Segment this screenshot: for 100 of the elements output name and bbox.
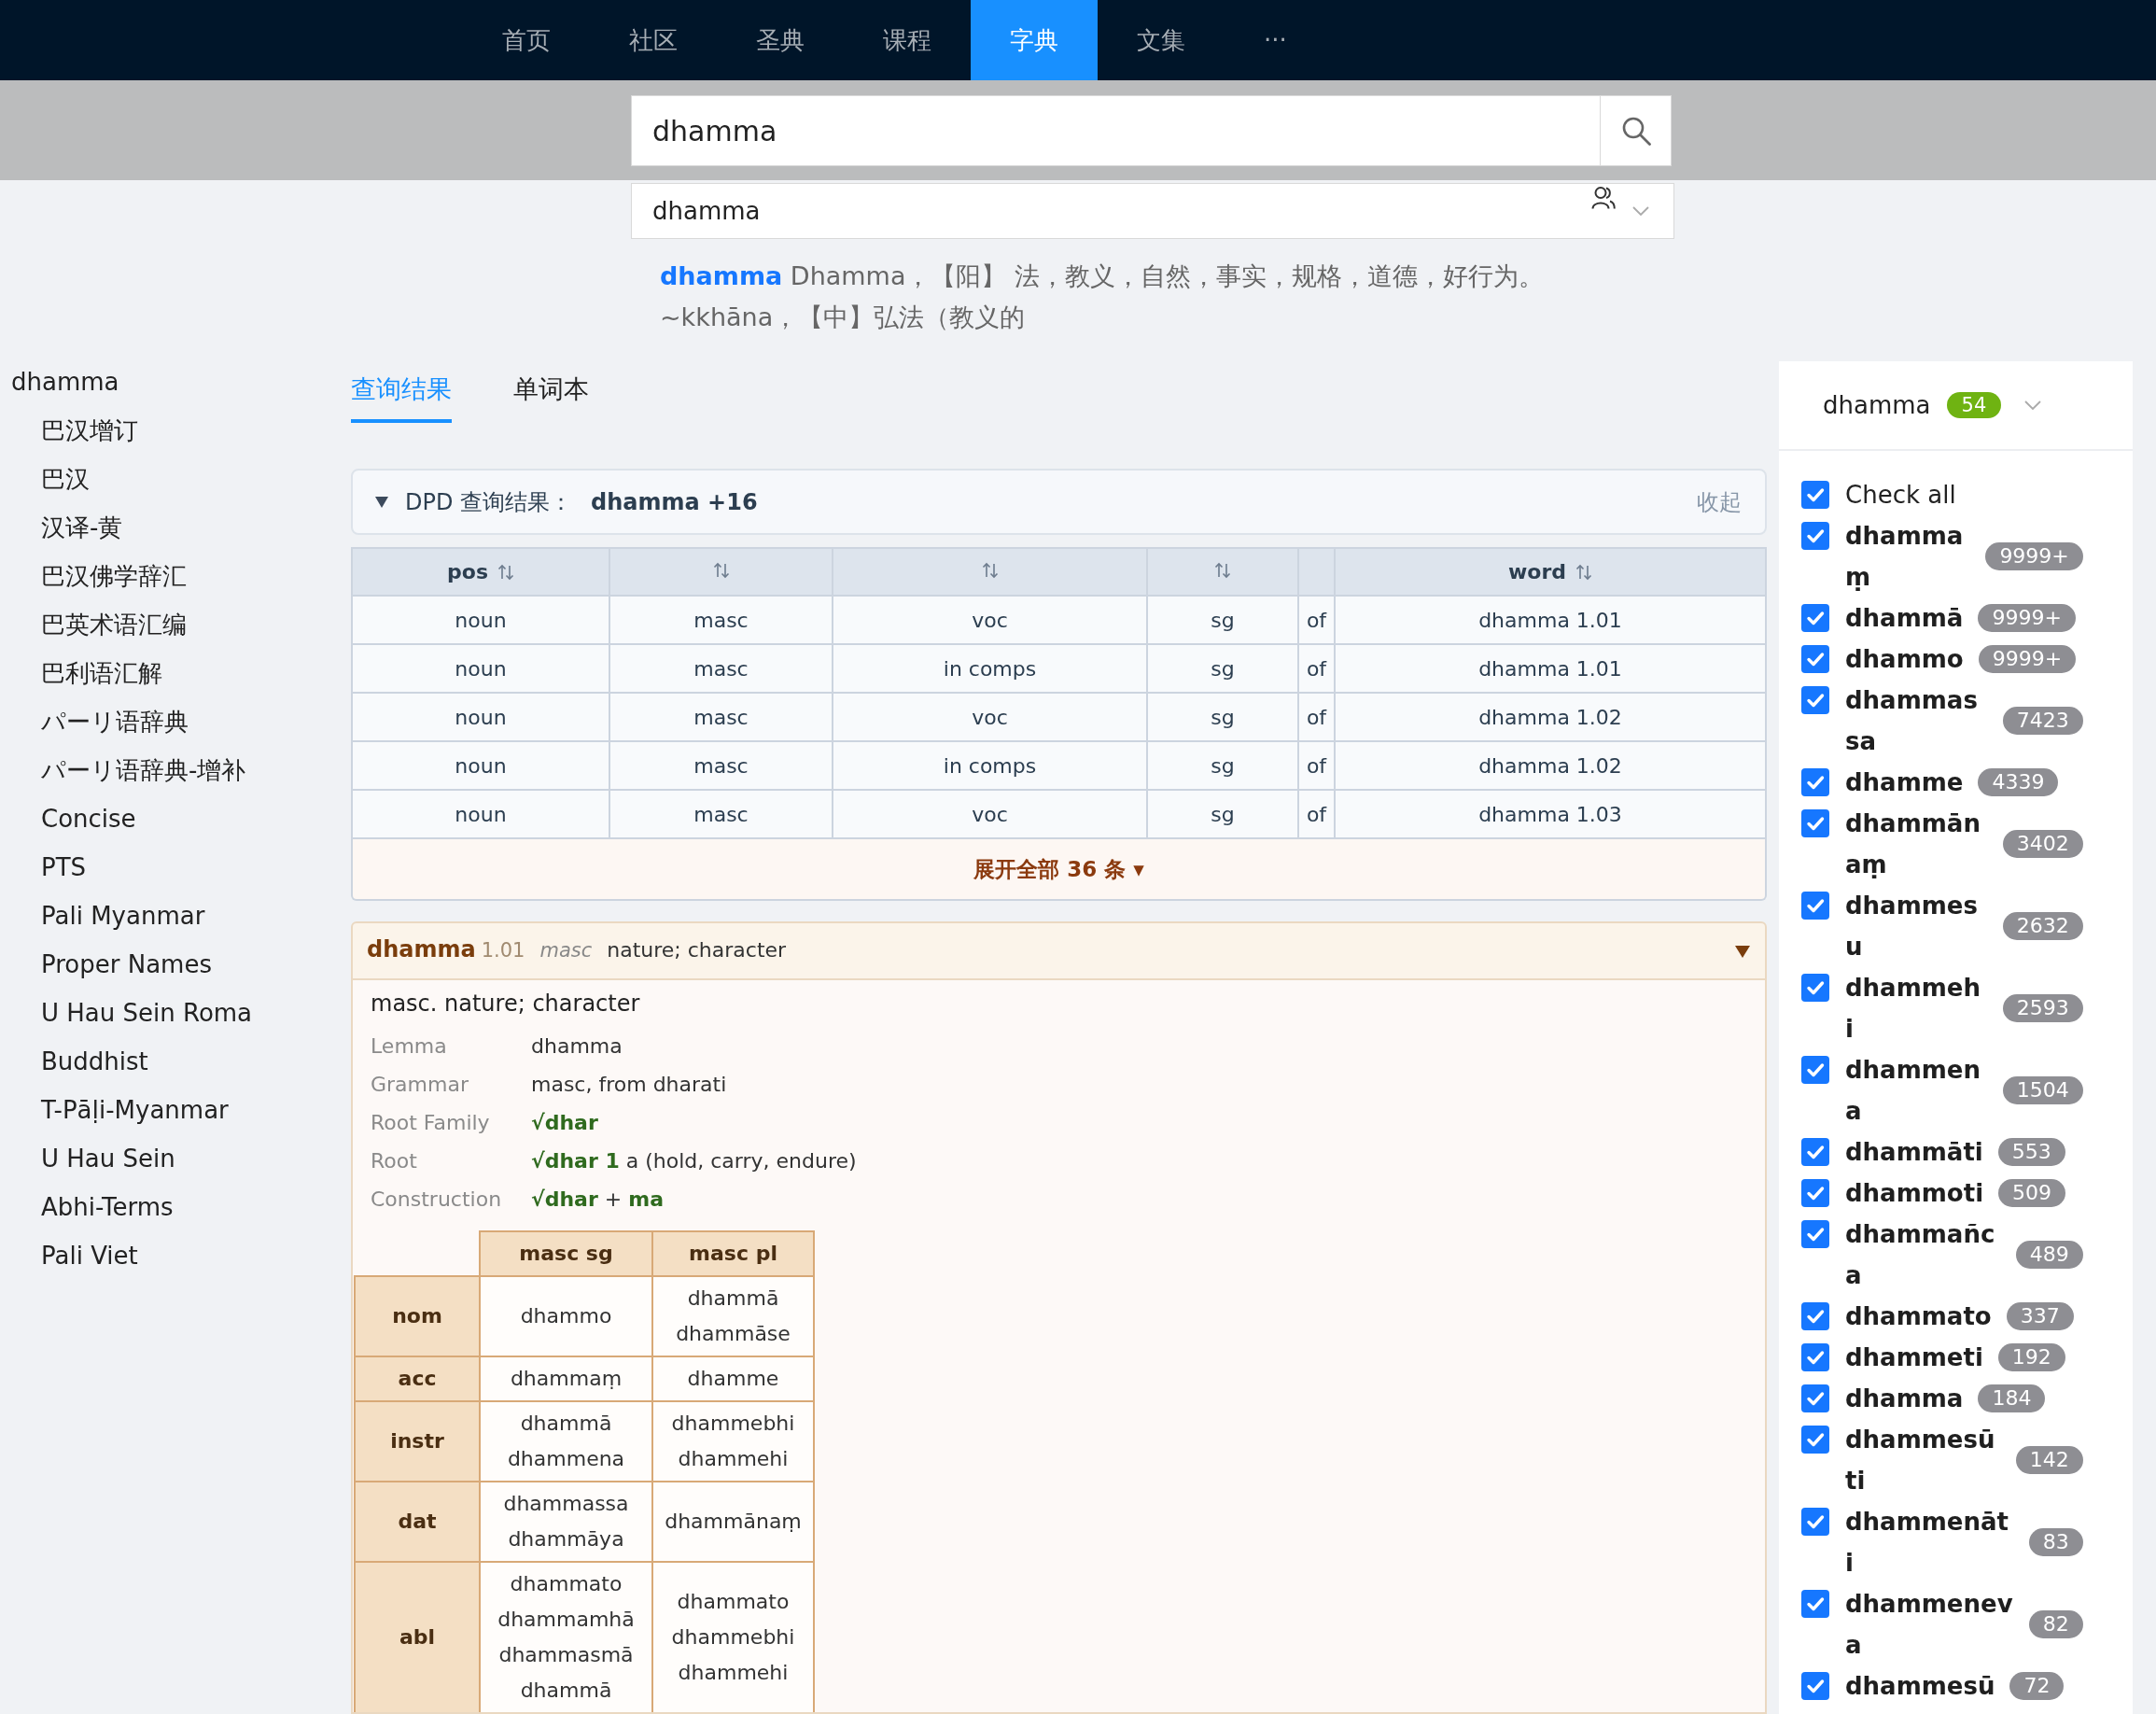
table-cell: noun xyxy=(352,741,609,790)
sidebar-item[interactable]: パーリ语辞典 xyxy=(41,697,189,746)
sidebar-item[interactable]: Pali Viet xyxy=(41,1231,138,1280)
table-cell: of xyxy=(1298,644,1335,693)
entry-header[interactable]: dhamma 1.01 masc nature; character xyxy=(351,921,1767,980)
checkbox[interactable] xyxy=(1801,974,1829,1002)
field-value: masc, from dharati xyxy=(531,1072,727,1098)
sidebar-item[interactable]: Abhi-Terms xyxy=(41,1183,174,1231)
checkbox[interactable] xyxy=(1801,1220,1829,1248)
sidebar-item[interactable]: パーリ语辞典-增补 xyxy=(41,746,246,794)
word-label: dhammoti xyxy=(1845,1178,1984,1209)
field-value[interactable]: √dhar xyxy=(531,1103,598,1142)
table-cell: of xyxy=(1298,596,1335,644)
expand-all-button[interactable]: 展开全部 36 条 ▾ xyxy=(351,839,1767,901)
sidebar-item[interactable]: 巴汉 xyxy=(41,455,90,503)
count-badge: 54 xyxy=(1946,392,2002,418)
result-tab[interactable]: 单词本 xyxy=(513,372,589,423)
checkbox[interactable] xyxy=(1801,481,1829,509)
pos-label: masc xyxy=(539,939,593,962)
checkbox[interactable] xyxy=(1801,1343,1829,1371)
count-badge: 83 xyxy=(2028,1528,2083,1556)
checkbox[interactable] xyxy=(1801,1138,1829,1166)
search-field[interactable]: dhamma xyxy=(631,95,1600,166)
column-header[interactable]: pos xyxy=(352,548,609,596)
sidebar-item[interactable]: 巴利语汇解 xyxy=(41,649,162,697)
nav-menu-item[interactable]: 首页 xyxy=(463,0,590,80)
sort-icon[interactable] xyxy=(712,562,730,579)
checkbox[interactable] xyxy=(1801,686,1829,714)
sidebar-root-item[interactable]: dhamma xyxy=(11,361,119,402)
sidebar-item[interactable]: Buddhist xyxy=(41,1037,148,1086)
word-label: dhamme xyxy=(1845,767,1964,798)
checkbox[interactable] xyxy=(1801,1384,1829,1412)
chevron-down-icon[interactable] xyxy=(2024,400,2042,410)
checkbox[interactable] xyxy=(1801,1179,1829,1207)
field-value: √dhar + ma xyxy=(531,1187,664,1213)
table-cell: masc xyxy=(609,693,833,741)
nav-menu-item[interactable]: 课程 xyxy=(844,0,971,80)
table-cell: dhamma 1.02 xyxy=(1335,741,1766,790)
sort-icon[interactable] xyxy=(1214,562,1231,579)
sidebar-item[interactable]: U Hau Sein Roma xyxy=(41,989,253,1037)
field-value: dhamma xyxy=(531,1033,623,1060)
table-cell: masc xyxy=(609,596,833,644)
checkbox[interactable] xyxy=(1801,604,1829,632)
table-cell: noun xyxy=(352,596,609,644)
sidebar-item[interactable]: Concise xyxy=(41,794,136,843)
word-label: dhammesū xyxy=(1845,1671,1995,1702)
inflection-cell: dhammaṃ xyxy=(480,1356,652,1401)
sidebar-item[interactable]: 巴英术语汇编 xyxy=(41,600,187,649)
checkbox[interactable] xyxy=(1801,1672,1829,1700)
sidebar-item[interactable]: 巴汉增订 xyxy=(41,406,138,455)
field-label: Construction xyxy=(371,1187,502,1213)
nav-menu-item[interactable]: ··· xyxy=(1225,0,1326,80)
table-cell: sg xyxy=(1147,693,1298,741)
checkbox[interactable] xyxy=(1801,1426,1829,1454)
section-title: DPD 查询结果： xyxy=(405,487,573,517)
caret-icon[interactable] xyxy=(1735,946,1750,958)
checkbox[interactable] xyxy=(1801,1508,1829,1536)
case-label: instr xyxy=(355,1401,480,1482)
sidebar-item[interactable]: Proper Names xyxy=(41,940,212,989)
column-header[interactable]: word xyxy=(1335,548,1766,596)
table-cell: in comps xyxy=(833,644,1147,693)
checkbox[interactable] xyxy=(1801,1302,1829,1330)
count-badge: 509 xyxy=(1998,1179,2066,1207)
sidebar-item[interactable]: 汉译-黄 xyxy=(41,503,123,552)
count-badge: 489 xyxy=(2015,1241,2083,1269)
inflection-cell: dhammato dhammebhi dhammehi xyxy=(652,1562,814,1712)
inflection-header: masc sg xyxy=(480,1231,652,1276)
people-icon[interactable] xyxy=(1591,186,1616,210)
homonym-number: 1.01 xyxy=(481,939,525,962)
checkbox[interactable] xyxy=(1801,892,1829,920)
field-label: Root xyxy=(371,1148,417,1174)
sort-icon[interactable] xyxy=(981,562,999,579)
inflection-cell: dhamme xyxy=(652,1356,814,1401)
checkbox[interactable] xyxy=(1801,768,1829,796)
summary-text: masc. nature; character xyxy=(371,990,640,1019)
count-badge: 1504 xyxy=(2002,1076,2083,1104)
word-label: dhammāti xyxy=(1845,1137,1983,1168)
search-button[interactable] xyxy=(1600,95,1672,166)
count-badge: 192 xyxy=(1997,1343,2065,1371)
checkbox[interactable] xyxy=(1801,1056,1829,1084)
sidebar-item[interactable]: U Hau Sein xyxy=(41,1134,175,1183)
checkbox[interactable] xyxy=(1801,645,1829,673)
dictionary-select[interactable]: dhamma xyxy=(631,183,1674,239)
nav-menu-item[interactable]: 文集 xyxy=(1098,0,1225,80)
nav-menu-item[interactable]: 圣典 xyxy=(717,0,844,80)
inflection-cell: dhammebhi dhammehi xyxy=(652,1401,814,1482)
chevron-down-icon[interactable] xyxy=(1632,206,1649,216)
checkbox[interactable] xyxy=(1801,1590,1829,1618)
checkbox[interactable] xyxy=(1801,809,1829,837)
inflection-cell: dhammānaṃ xyxy=(652,1482,814,1562)
sidebar-item[interactable]: 巴汉佛学辞汇 xyxy=(41,552,187,600)
sidebar-item[interactable]: Pali Myanmar xyxy=(41,892,205,940)
caret-icon[interactable] xyxy=(375,496,388,508)
checkbox[interactable] xyxy=(1801,522,1829,550)
sort-icon[interactable] xyxy=(1575,563,1592,581)
sidebar-item[interactable]: T-Pāḷi-Myanmar xyxy=(41,1086,229,1134)
count-badge: 9999+ xyxy=(1978,604,2076,632)
sidebar-item[interactable]: PTS xyxy=(41,843,87,892)
nav-menu-item[interactable]: 社区 xyxy=(590,0,717,80)
sort-icon[interactable] xyxy=(497,563,514,581)
